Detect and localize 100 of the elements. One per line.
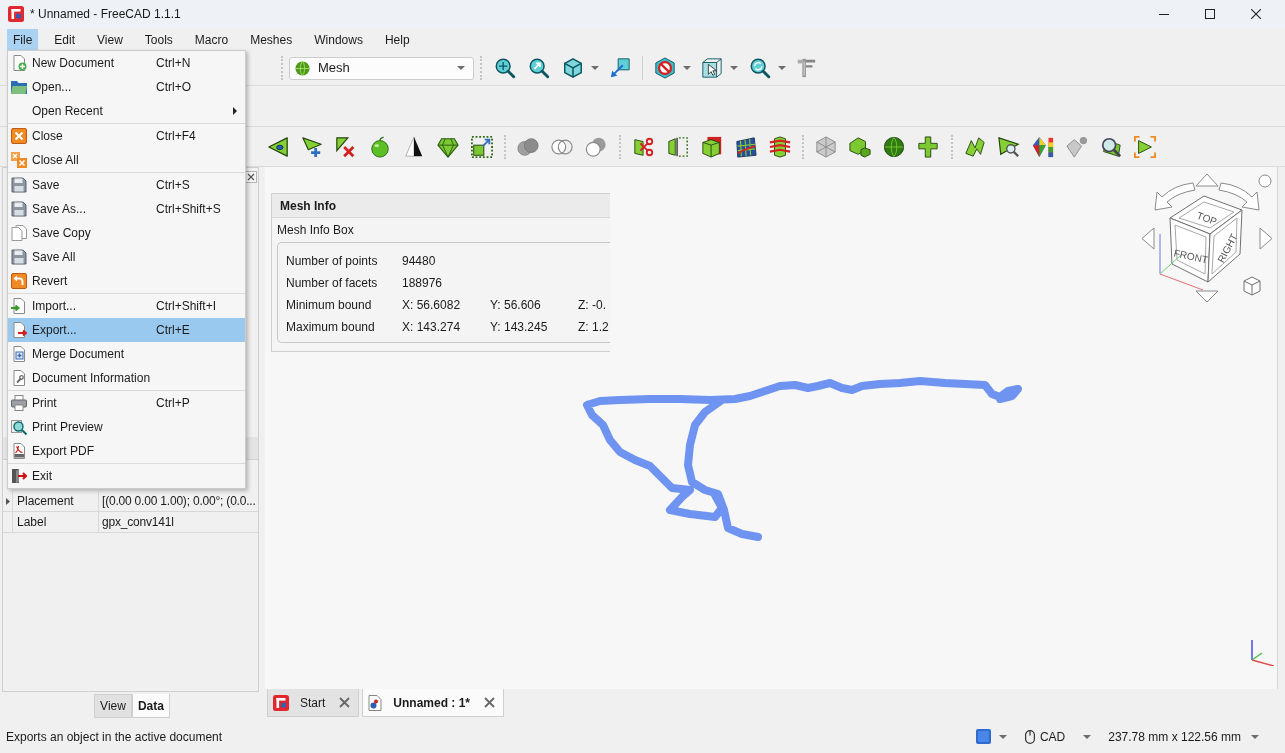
zoom-selection-icon[interactable] [528,57,550,79]
document-tab[interactable]: Start [267,689,360,717]
no-entry-icon[interactable] [654,57,676,79]
caret-icon[interactable] [730,66,738,70]
color-scale-icon[interactable] [1032,135,1054,158]
info-value: 188976 [402,275,443,292]
info-value: Y: 143.245 [490,319,549,336]
sections-icon[interactable] [769,135,791,158]
caret-icon[interactable] [778,66,786,70]
plane-arrow-icon[interactable] [609,57,631,79]
document-wrench-icon [11,370,27,386]
menu-item[interactable]: Save As... Ctrl+Shift+S [8,197,245,221]
cube-icon[interactable] [1243,276,1261,296]
menu-bar-item[interactable]: View [91,28,129,51]
panel-tab[interactable]: Data [131,694,170,718]
expand-arrow-icon[interactable] [5,497,10,505]
sphere-icon[interactable] [883,135,905,158]
menu-bar-item[interactable]: Tools [138,28,179,51]
menu-item[interactable]: Export... Ctrl+E [8,318,245,342]
circles-icon[interactable] [585,135,607,158]
cubes-icon[interactable] [849,135,871,158]
square-icon [975,729,991,744]
refresh-zoom-icon[interactable] [749,57,771,79]
caret-icon[interactable] [591,66,599,70]
menu-item[interactable]: Close Ctrl+F4 [8,124,245,148]
triangle-delete-icon[interactable] [335,135,357,158]
menu-item[interactable]: Print Preview [8,415,245,439]
menu-item[interactable]: Save Ctrl+S [8,173,245,197]
info-value: Z: -0. [578,297,606,314]
document-plus-icon [11,55,27,71]
caret-icon[interactable] [683,66,691,70]
menu-item[interactable]: Open... Ctrl+O [8,75,245,99]
menu-item[interactable]: Save Copy [8,221,245,245]
door-exit-icon [11,468,27,484]
pages-icon [11,225,27,241]
cube-icon[interactable] [562,57,584,79]
cube-cursor-icon[interactable] [701,57,723,79]
panel-title: Mesh Info [280,197,336,215]
menu-item[interactable]: Merge Document [8,342,245,366]
menu-item[interactable]: Open Recent [8,99,245,123]
menu-item[interactable]: New Document Ctrl+N [8,51,245,75]
triangle-bounds-icon[interactable] [1134,135,1156,158]
info-value: X: 56.6082 [402,297,462,314]
menu-bar-item[interactable]: Macro [188,28,235,51]
document-import-icon [11,298,27,314]
hexagon-icon[interactable] [815,135,837,158]
menu-bar-item[interactable]: Help [378,28,416,51]
document-icon [368,694,383,711]
shortcut-text: Ctrl+N [156,55,191,72]
menu-bar-item[interactable]: Meshes [244,28,299,51]
triangle-icon[interactable] [267,135,289,158]
box-cut-icon[interactable] [701,135,723,158]
document-tab[interactable]: Unnamed : 1* [362,689,505,717]
menu-item[interactable]: Revert [8,269,245,293]
circle-icon[interactable] [1258,174,1272,188]
menu-item[interactable]: Document Information [8,366,245,390]
panel-tab[interactable]: View [94,694,132,718]
menu-item[interactable]: Exit [8,464,245,488]
close-icon[interactable] [484,697,496,708]
menu-item[interactable]: Print Ctrl+P [8,391,245,415]
pdf-file-icon [11,443,27,459]
search-mesh-icon[interactable] [1100,135,1122,158]
menu-item[interactable]: Export PDF [8,439,245,463]
document-export-icon [11,322,27,338]
shortcut-text: Ctrl+O [156,79,191,96]
shortcut-text: Ctrl+F4 [156,128,196,145]
gem-icon[interactable] [437,135,459,158]
menu-bar-item[interactable]: File [7,28,39,51]
menu-item[interactable]: Import... Ctrl+Shift+I [8,294,245,318]
scissors-icon[interactable] [633,135,655,158]
sphere-icon [295,60,310,76]
info-value: 94480 [402,253,436,270]
menu-item[interactable]: Close All [8,148,245,172]
info-label: Maximum bound [286,319,376,336]
document-plus-icon [11,346,27,362]
property-value[interactable]: gpx_conv141l [98,512,258,532]
scale-icon[interactable] [471,135,493,158]
triangle-plus-icon[interactable] [301,135,323,158]
split-box-icon[interactable] [667,135,689,158]
triangle-search-icon[interactable] [998,135,1020,158]
property-value[interactable]: [(0.00 0.00 1.00); 0.00°; (0.0... [98,491,258,511]
menu-item[interactable]: Save All [8,245,245,269]
spheres-icon[interactable] [517,135,539,158]
workbench-dropdown[interactable]: Mesh [289,56,474,80]
close-all-icon [11,152,27,168]
menu-bar-item[interactable]: Edit [48,28,82,51]
wrench-icon[interactable] [964,135,986,158]
navigation-style-dropdown[interactable]: CAD [1024,725,1092,748]
caliper-icon[interactable] [795,57,817,79]
cross-icon[interactable] [917,135,939,158]
navigation-cube[interactable] [1141,173,1273,303]
close-icon[interactable] [339,697,351,708]
apple-icon[interactable] [369,135,391,158]
menu-bar-item[interactable]: Windows [308,28,369,51]
surface-grid-icon[interactable] [735,135,757,158]
zoom-fit-icon[interactable] [494,57,516,79]
app-logo-icon [8,6,24,22]
close-icon [11,128,27,144]
pyramid-icon[interactable] [403,135,425,158]
dimensions-dropdown[interactable]: 237.78 mm x 122.56 mm [1108,725,1259,748]
